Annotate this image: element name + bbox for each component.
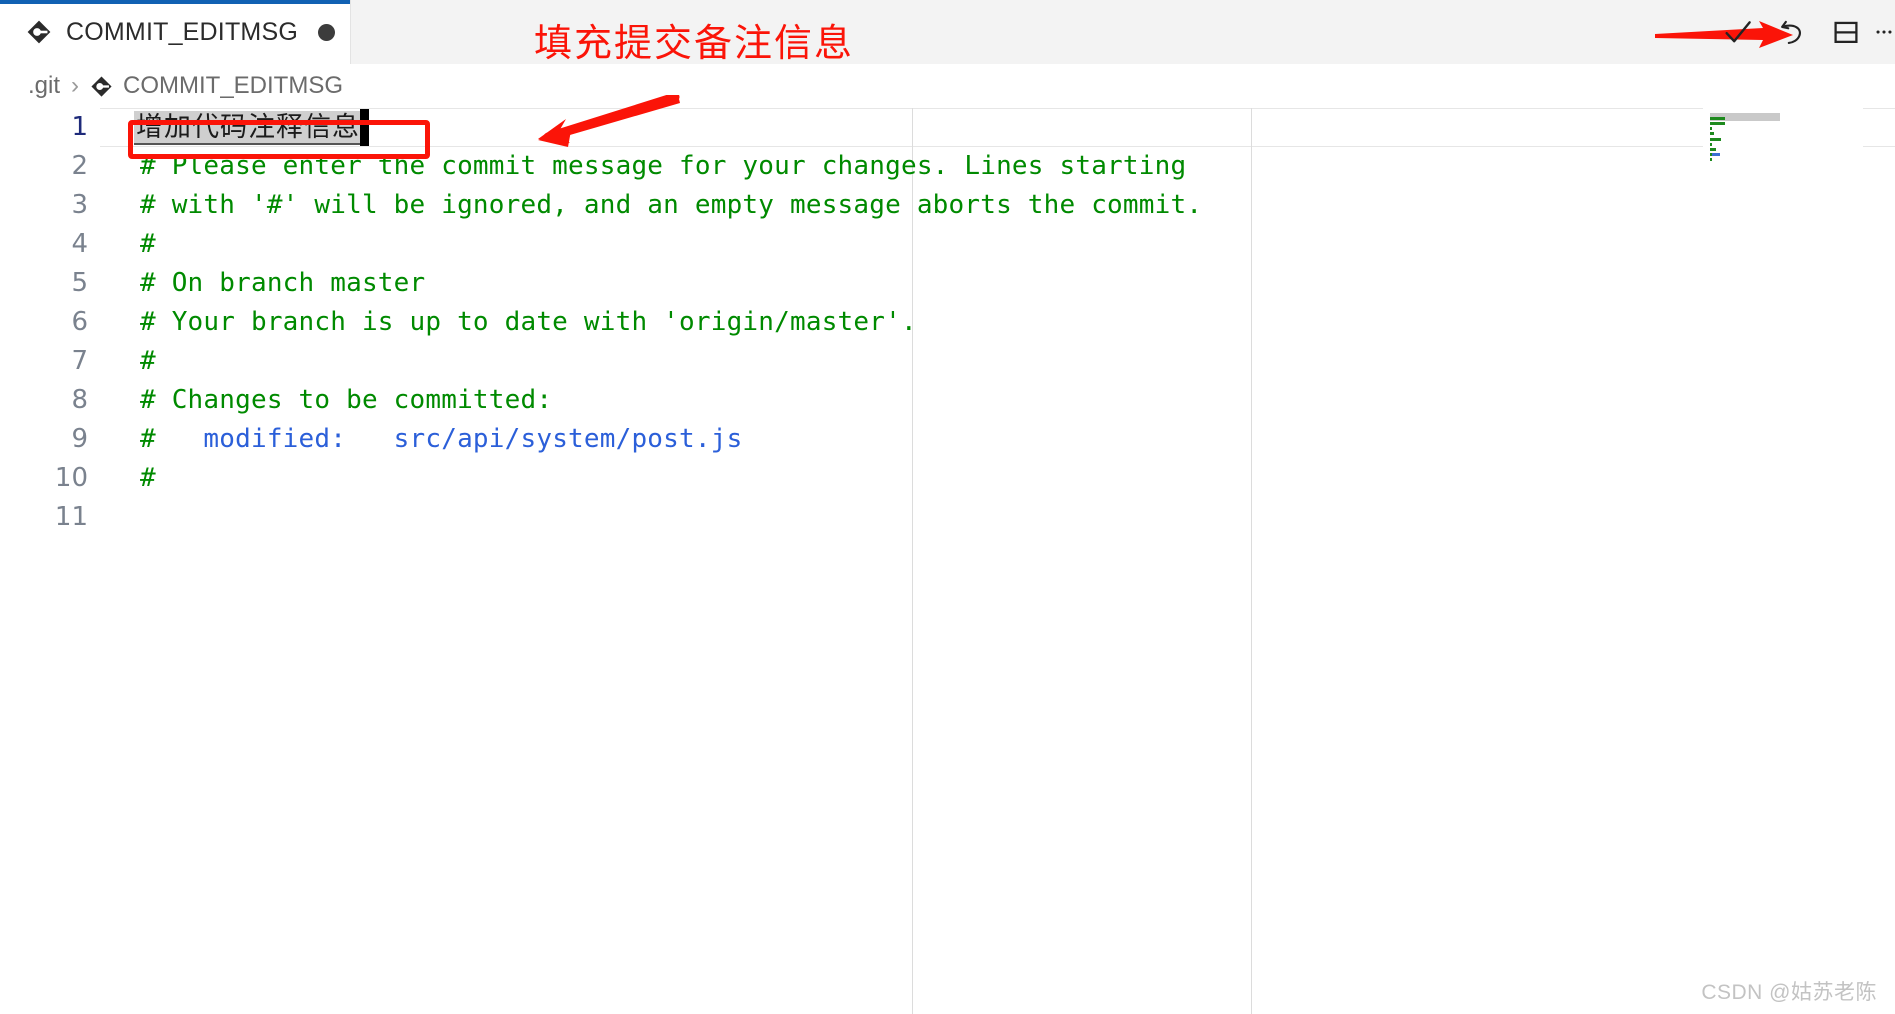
code-line[interactable]: # On branch master [140, 264, 425, 303]
undo-arrow-icon [1781, 20, 1801, 44]
git-commit-file-icon [27, 20, 51, 44]
annotation-title: 填充提交备注信息 [534, 21, 855, 65]
breadcrumb-item-commit-editmsg[interactable]: COMMIT_EDITMSG [123, 72, 343, 100]
tab-label: COMMIT_EDITMSG [66, 17, 298, 46]
check-icon [1725, 21, 1751, 43]
code-line[interactable]: # with '#' will be ignored, and an empty… [140, 186, 1202, 225]
minimap-line [1710, 142, 1712, 146]
code-editor[interactable]: 1 2 3 4 5 6 7 8 9 10 11 # Please enter the commit … [0, 108, 1895, 1014]
minimap-line [1710, 132, 1715, 136]
code-line[interactable]: # modified: src/api/system/post.js [140, 420, 742, 459]
code-comment: # Please enter the commit message for yo… [140, 151, 1187, 181]
text-cursor [360, 109, 369, 146]
ellipsis-icon [1876, 30, 1892, 34]
minimap-line [1710, 157, 1712, 161]
commit-message-input[interactable]: 增加代码注释信息 [136, 108, 360, 147]
code-file-path: modified: src/api/system/post.js [155, 424, 743, 454]
split-editor-icon [1834, 21, 1858, 43]
code-comment: # [140, 346, 156, 376]
code-line[interactable]: # Your branch is up to date with 'origin… [140, 303, 917, 342]
editor-actions-toolbar [1711, 0, 1895, 64]
minimap-line [1710, 122, 1726, 126]
more-actions-button[interactable] [1873, 17, 1895, 47]
editor-tab-bar: COMMIT_EDITMSG [0, 0, 1895, 64]
breadcrumb-item-git[interactable]: .git [28, 72, 60, 100]
code-comment: # Your branch is up to date with 'origin… [140, 307, 917, 337]
vscode-window: COMMIT_EDITMSG 填充提交备注信息 .git › COMMIT_ED… [0, 0, 1895, 1014]
code-comment: # [140, 229, 156, 259]
minimap-line [1710, 137, 1722, 141]
minimap-line [1711, 152, 1721, 156]
code-comment: # with '#' will be ignored, and an empty… [140, 190, 1203, 220]
editor-minimap[interactable] [1703, 108, 1863, 1014]
code-comment: # Changes to be committed: [140, 385, 553, 415]
minimap-line [1710, 117, 1726, 121]
code-line[interactable]: # Changes to be committed: [140, 381, 552, 420]
tab-dirty-indicator[interactable] [317, 23, 335, 41]
code-comment: # [140, 424, 156, 454]
code-line[interactable]: # [140, 459, 156, 498]
tab-commit-editmsg[interactable]: COMMIT_EDITMSG [0, 0, 351, 64]
minimap-line [1710, 147, 1716, 151]
code-line[interactable]: # [140, 225, 156, 264]
minimap-line [1710, 127, 1712, 131]
csdn-watermark: CSDN @姑苏老陈 [1701, 981, 1877, 1004]
code-comment: # [140, 463, 156, 493]
git-commit-file-icon [91, 75, 112, 97]
discard-changes-button[interactable] [1765, 0, 1819, 64]
split-editor-button[interactable] [1819, 0, 1873, 64]
code-line[interactable]: # [140, 342, 156, 381]
code-content[interactable]: # Please enter the commit message for yo… [0, 108, 1895, 1014]
breadcrumb: .git › COMMIT_EDITMSG [0, 64, 1895, 108]
code-comment: # On branch master [140, 268, 426, 298]
breadcrumb-separator: › [71, 72, 80, 99]
code-line[interactable]: # Please enter the commit message for yo… [140, 147, 1186, 186]
accept-commit-button[interactable] [1711, 0, 1765, 64]
